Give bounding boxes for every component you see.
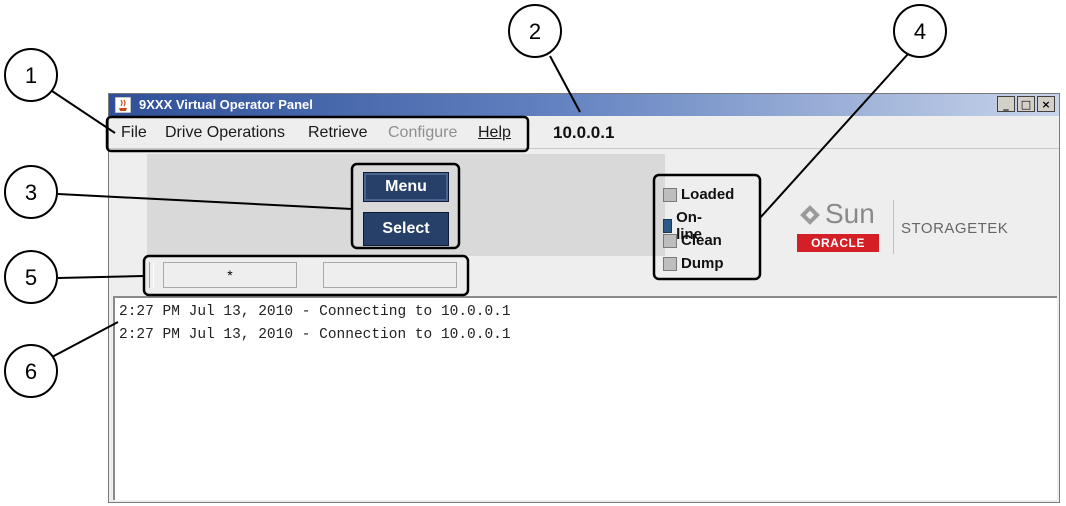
java-app-icon — [115, 97, 131, 113]
clean-led — [663, 233, 677, 248]
operator-panel-window: 9XXX Virtual Operator Panel _ □ × File D… — [108, 93, 1060, 503]
window-title: 9XXX Virtual Operator Panel — [139, 97, 313, 112]
menu-button[interactable]: Menu — [363, 172, 449, 202]
sun-oracle-storagetek-logo: Sun ORACLE STORAGETEK — [795, 198, 1025, 258]
dump-led — [663, 256, 677, 271]
svg-text:6: 6 — [25, 359, 37, 384]
message-log[interactable]: 2:27 PM Jul 13, 2010 - Connecting to 10.… — [113, 296, 1057, 500]
menu-retrieve[interactable]: Retrieve — [308, 124, 368, 142]
dump-label: Dump — [681, 255, 724, 272]
oracle-wordmark: ORACLE — [797, 234, 879, 252]
callout-5: 5 — [4, 250, 58, 304]
sun-wordmark: Sun — [825, 198, 875, 229]
storagetek-wordmark: STORAGETEK — [901, 220, 1009, 237]
svg-text:2: 2 — [529, 19, 541, 44]
display-field-right — [323, 262, 457, 288]
menu-bar: File Drive Operations Retrieve Configure… — [109, 116, 1059, 149]
callout-1: 1 — [4, 48, 58, 102]
maximize-button[interactable]: □ — [1017, 96, 1035, 112]
callout-3: 3 — [4, 165, 58, 219]
svg-text:1: 1 — [25, 63, 37, 88]
close-button[interactable]: × — [1037, 96, 1055, 112]
loaded-label: Loaded — [681, 186, 735, 203]
display-field-left: * — [163, 262, 297, 288]
online-led — [663, 219, 673, 233]
indicator-dump: Dump — [663, 255, 724, 272]
indicator-clean: Clean — [663, 232, 722, 249]
svg-text:5: 5 — [25, 265, 37, 290]
display-separator — [149, 262, 154, 288]
select-button[interactable]: Select — [363, 212, 449, 246]
ip-address-label: 10.0.0.1 — [553, 123, 615, 142]
menu-drive-operations[interactable]: Drive Operations — [165, 124, 285, 142]
log-line: 2:27 PM Jul 13, 2010 - Connecting to 10.… — [119, 304, 511, 320]
panel-display: * — [147, 258, 469, 288]
callout-2: 2 — [508, 4, 562, 58]
callout-6: 6 — [4, 344, 58, 398]
menu-configure[interactable]: Configure — [388, 124, 457, 142]
menu-help[interactable]: Help — [478, 124, 511, 142]
logo-divider — [893, 200, 894, 254]
svg-text:3: 3 — [25, 180, 37, 205]
indicator-loaded: Loaded — [663, 186, 734, 203]
menu-file[interactable]: File — [121, 124, 147, 142]
title-bar[interactable]: 9XXX Virtual Operator Panel _ □ × — [109, 94, 1059, 116]
minimize-button[interactable]: _ — [997, 96, 1015, 112]
loaded-led — [663, 187, 677, 202]
callout-leader-1 — [51, 90, 116, 134]
log-line: 2:27 PM Jul 13, 2010 - Connection to 10.… — [119, 327, 511, 343]
svg-text:4: 4 — [914, 19, 926, 44]
callout-4: 4 — [893, 4, 947, 58]
clean-label: Clean — [681, 232, 722, 249]
sun-diamond-icon — [800, 205, 820, 225]
